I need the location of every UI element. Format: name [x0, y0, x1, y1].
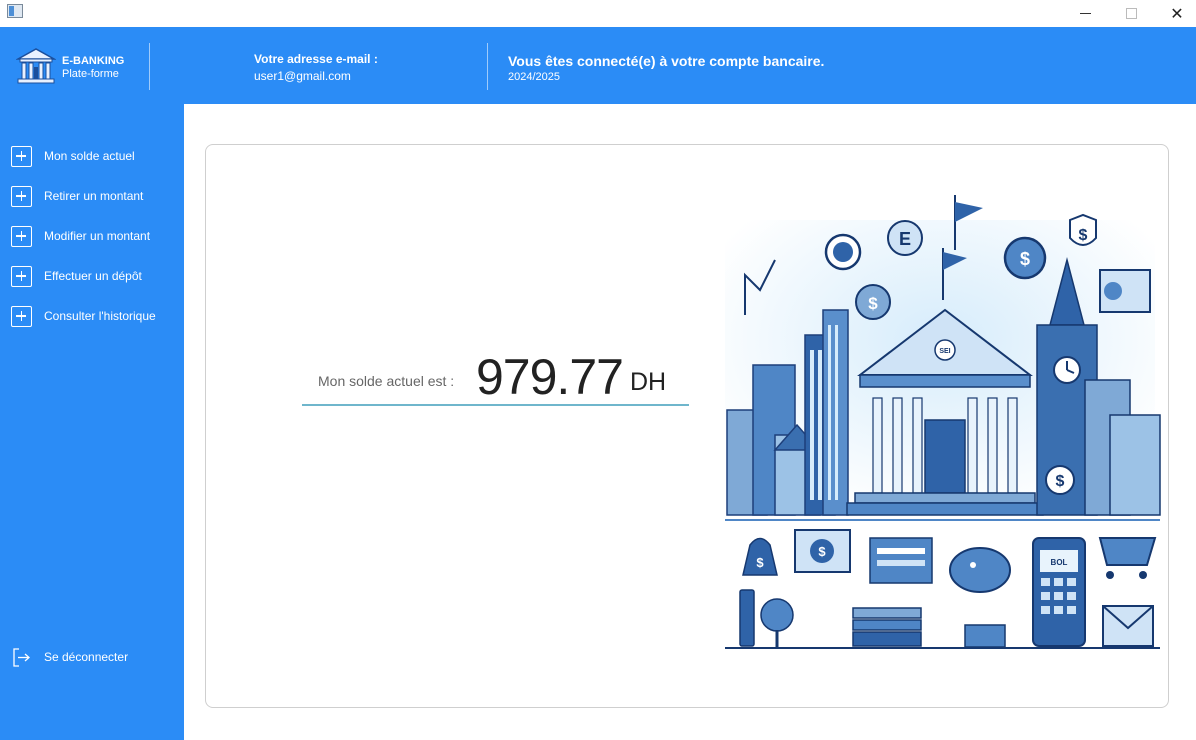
phone-screen-text: BOL	[1051, 558, 1068, 567]
banking-illustration: SEI $ E $ $ $ $ $ BOL	[725, 195, 1161, 649]
plus-square-icon	[11, 145, 32, 167]
sidebar-item-depot[interactable]: Effectuer un dépôt	[11, 265, 181, 287]
year-label: 2024/2025	[508, 71, 560, 83]
sidebar-item-label: Retirer un montant	[44, 189, 144, 203]
balance-underline	[302, 404, 689, 406]
header-divider	[487, 43, 488, 90]
balance-label: Mon solde actuel est :	[318, 373, 455, 389]
logout-icon	[13, 647, 30, 667]
bank-logo-icon	[16, 48, 56, 84]
email-label: Votre adresse e-mail :	[254, 52, 378, 66]
plus-square-icon	[11, 265, 32, 287]
sidebar-item-mon-solde[interactable]: Mon solde actuel	[11, 145, 181, 167]
sidebar-item-label: Consulter l'historique	[44, 309, 156, 323]
plus-square-icon	[11, 185, 32, 207]
sidebar-item-historique[interactable]: Consulter l'historique	[11, 305, 181, 327]
logout-button[interactable]: Se déconnecter	[11, 646, 181, 668]
logout-label: Se déconnecter	[44, 650, 129, 664]
sidebar-item-label: Effectuer un dépôt	[44, 269, 142, 283]
window-titlebar: ✕	[0, 0, 1196, 27]
connected-message: Vous êtes connecté(e) à votre compte ban…	[508, 53, 825, 69]
sidebar-item-modifier[interactable]: Modifier un montant	[11, 225, 181, 247]
balance-value: 979.77	[476, 349, 624, 405]
svg-text:$: $	[1056, 473, 1065, 490]
svg-text:$: $	[1020, 249, 1030, 269]
maximize-button[interactable]	[1108, 0, 1154, 27]
header-divider	[149, 43, 150, 90]
sidebar-item-label: Modifier un montant	[44, 229, 151, 243]
close-button[interactable]: ✕	[1154, 0, 1196, 27]
sidebar-item-retirer[interactable]: Retirer un montant	[11, 185, 181, 207]
svg-text:$: $	[818, 544, 826, 559]
balance-currency: DH	[630, 368, 667, 396]
email-value: user1@gmail.com	[254, 69, 351, 83]
plus-square-icon	[11, 305, 32, 327]
clock-badge-text: E	[899, 229, 911, 249]
plus-square-icon	[11, 225, 32, 247]
svg-text:$: $	[756, 555, 764, 570]
app-header: E-BANKING Plate-forme Votre adresse e-ma…	[0, 27, 1196, 104]
svg-text:$: $	[868, 294, 878, 313]
app-window-icon	[7, 4, 23, 18]
brand-title: E-BANKING	[62, 55, 125, 67]
minimize-button[interactable]	[1062, 0, 1108, 27]
bank-pediment-text: SEI	[939, 348, 950, 355]
sidebar-item-label: Mon solde actuel	[44, 149, 135, 163]
brand-subtitle: Plate-forme	[62, 68, 119, 80]
svg-text:$: $	[1079, 227, 1088, 244]
sidebar: Mon solde actuel Retirer un montant Modi…	[0, 104, 184, 740]
